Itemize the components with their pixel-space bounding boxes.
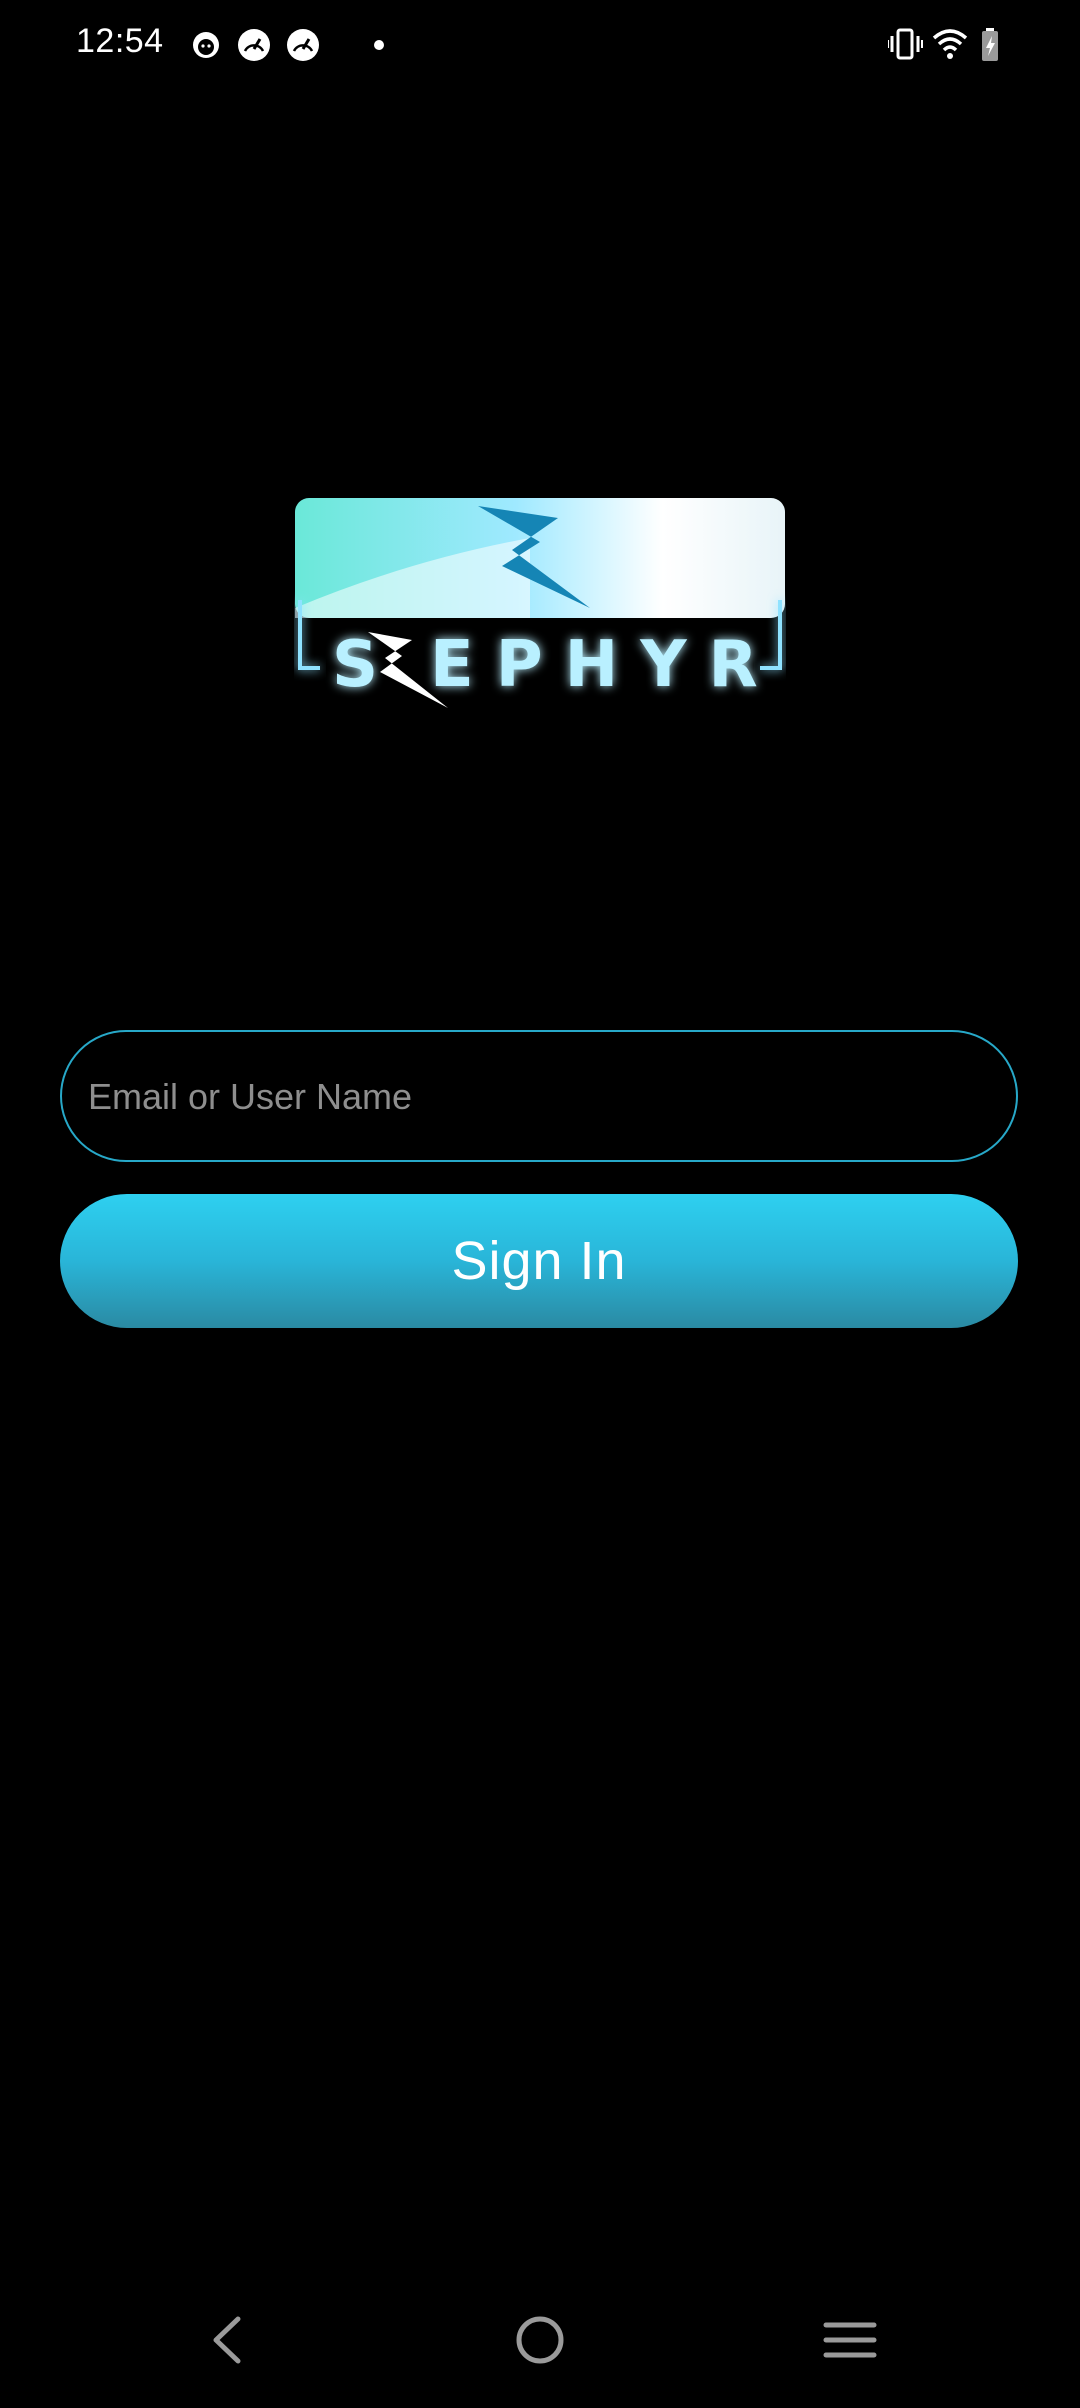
speedometer-icon bbox=[238, 29, 270, 61]
zephyr-logo: S EPHYR bbox=[290, 490, 790, 720]
login-screen: 12:54 S EPHYR Email or User Name Sign In bbox=[0, 0, 1080, 2408]
wifi-icon bbox=[932, 29, 968, 59]
back-button[interactable] bbox=[188, 2310, 268, 2370]
speedometer-icon bbox=[287, 29, 319, 61]
logo-text: S bbox=[332, 628, 396, 702]
email-field[interactable] bbox=[60, 1030, 1018, 1162]
status-time: 12:54 bbox=[76, 22, 164, 60]
cat-face-icon bbox=[193, 32, 219, 58]
status-bar: 12:54 bbox=[0, 0, 1080, 88]
email-input[interactable] bbox=[86, 1032, 990, 1162]
vibrate-icon bbox=[887, 28, 923, 60]
menu-icon bbox=[823, 2322, 877, 2358]
home-button[interactable] bbox=[500, 2310, 580, 2370]
system-nav-bar bbox=[0, 2290, 1080, 2408]
logo-wordmark: EPHYR bbox=[430, 628, 780, 702]
system-status-icons bbox=[887, 26, 1008, 69]
sign-in-button[interactable]: Sign In bbox=[60, 1194, 1018, 1328]
notification-icons bbox=[190, 28, 390, 61]
back-icon bbox=[213, 2316, 241, 2364]
battery-charging-icon bbox=[982, 28, 998, 61]
sign-in-label: Sign In bbox=[451, 1231, 627, 1291]
dot-icon bbox=[374, 40, 384, 50]
home-icon bbox=[516, 2316, 564, 2364]
menu-button[interactable] bbox=[810, 2310, 890, 2370]
